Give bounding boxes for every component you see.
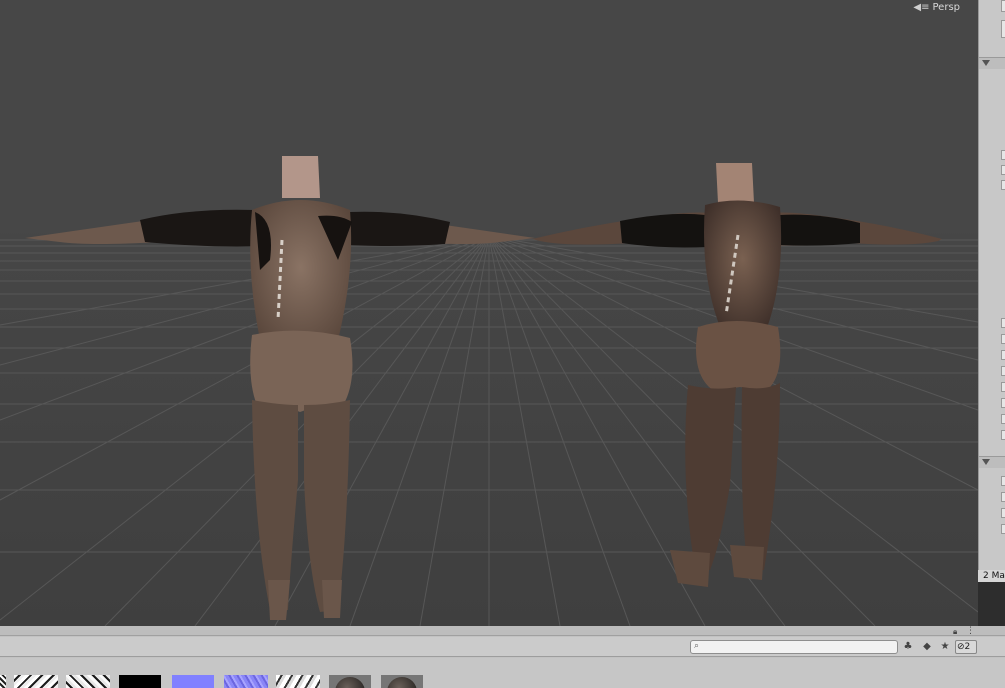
asset-thumbnail[interactable] [66,675,110,688]
inspector-field[interactable] [1001,492,1005,502]
asset-grid [0,658,1005,688]
inspector-field[interactable] [1001,350,1005,360]
character-model-left[interactable] [20,150,540,626]
inspector-field[interactable] [1001,476,1005,486]
asset-thumbnail[interactable] [329,675,371,688]
inspector-field[interactable] [1001,150,1005,160]
foldout-arrow-icon[interactable] [982,459,990,465]
inspector-field[interactable] [1001,430,1005,440]
asset-thumbnail[interactable] [14,675,58,688]
sphere-preview-icon [335,677,365,688]
unity-editor-window: ◀≡ Persp 2 Mat 🔒︎ ⋮ [0,0,1005,688]
project-panel[interactable]: 🔒︎ ⋮ ⌕ ♣ ◆ ★ ⊘2 [0,626,1005,688]
inspector-field[interactable] [1001,334,1005,344]
lock-icon[interactable]: 🔒︎ [953,627,957,637]
search-input[interactable]: ⌕ [690,640,898,654]
visibility-eye-icon: ⊘ [957,642,965,652]
scene-viewport[interactable]: ◀≡ Persp [0,0,978,626]
character-model-right[interactable] [530,155,950,595]
asset-thumbnail[interactable] [172,675,214,688]
inspector-field[interactable] [1001,180,1005,190]
asset-thumbnail[interactable] [381,675,423,688]
hidden-packages-toggle[interactable]: ⊘2 [955,640,977,654]
view-mode-label: Persp [932,2,961,13]
search-icon: ⌕ [694,641,700,651]
inspector-field[interactable] [1001,414,1005,424]
inspector-panel[interactable] [978,0,1005,570]
inspector-field[interactable] [1001,0,1005,12]
panel-tab-bar[interactable]: 🔒︎ ⋮ [0,626,1005,636]
inspector-field[interactable] [1001,524,1005,534]
inspector-field[interactable] [1001,318,1005,328]
asset-thumbnail[interactable] [0,675,6,688]
project-toolbar: ⌕ ♣ ◆ ★ ⊘2 [0,637,1005,657]
inspector-field[interactable] [1001,366,1005,376]
hidden-packages-count: 2 [964,642,971,652]
asset-thumbnail[interactable] [224,675,268,688]
scene-view-mode[interactable]: ◀≡ Persp [913,2,960,13]
favorite-star-icon[interactable]: ★ [937,640,953,654]
asset-thumbnail[interactable] [276,675,320,688]
material-count-label: 2 Mat [978,570,1005,582]
sphere-preview-icon [387,677,417,688]
menu-dots-icon[interactable]: ⋮ [966,626,975,636]
perspective-arrow-icon: ◀≡ [913,2,930,13]
filter-by-type-icon[interactable]: ♣ [900,640,916,654]
inspector-field[interactable] [1001,165,1005,175]
foldout-arrow-icon[interactable] [982,60,990,66]
inspector-field[interactable] [1001,20,1005,38]
inspector-field[interactable] [1001,398,1005,408]
inspector-field[interactable] [1001,382,1005,392]
material-preview [978,582,1005,626]
label-icon[interactable]: ◆ [919,640,935,654]
asset-thumbnail[interactable] [119,675,161,688]
inspector-field[interactable] [1001,508,1005,518]
